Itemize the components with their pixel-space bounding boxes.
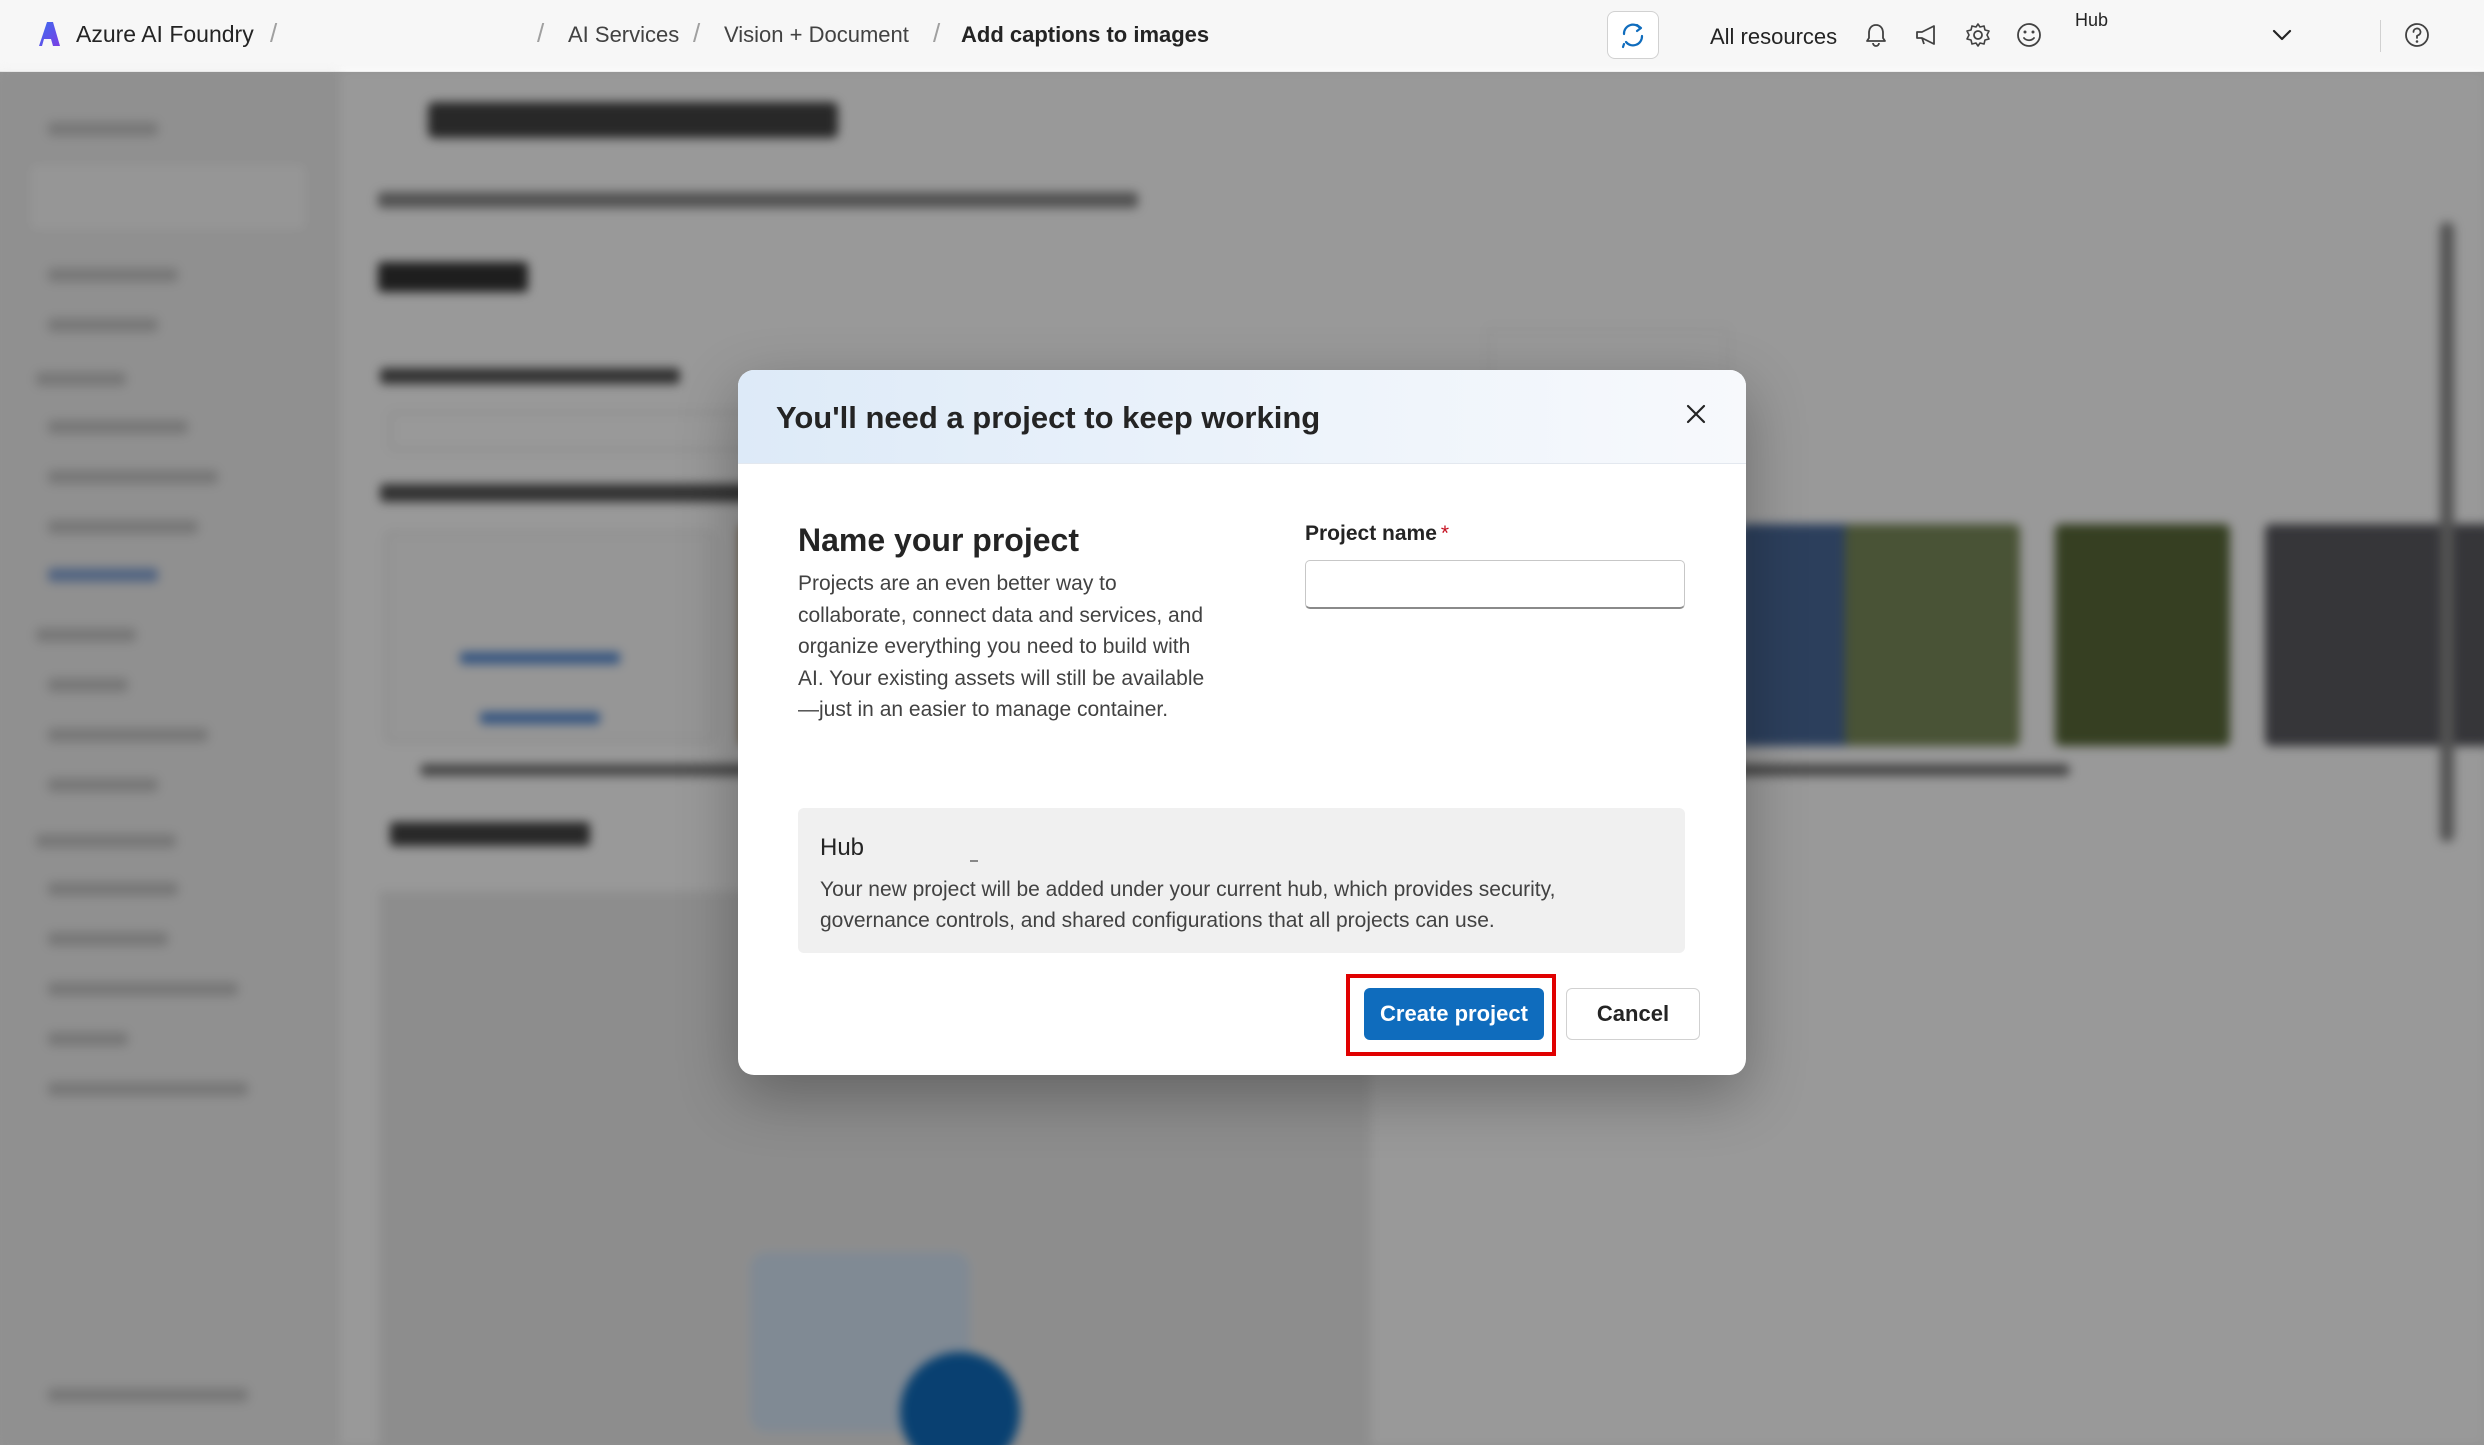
breadcrumb-vision-document[interactable]: Vision + Document [724, 22, 909, 48]
close-button[interactable] [1676, 394, 1716, 434]
top-bar: Azure AI Foundry / / AI Services / Visio… [0, 0, 2484, 72]
dialog-title: You'll need a project to keep working [776, 400, 1321, 435]
project-name-input[interactable] [1305, 560, 1685, 609]
breadcrumb-separator: / [537, 18, 545, 48]
help-icon[interactable] [2402, 20, 2432, 50]
cancel-button[interactable]: Cancel [1566, 988, 1700, 1040]
hub-info-box: Hub Your new project will be added under… [798, 808, 1685, 953]
brand-name: Azure AI Foundry [76, 20, 254, 47]
brand[interactable]: Azure AI Foundry [38, 20, 254, 48]
dialog-header: You'll need a project to keep working [738, 370, 1746, 464]
required-indicator: * [1440, 522, 1450, 545]
hub-description: Your new project will be added under you… [820, 878, 1556, 932]
breadcrumb-current-page: Add captions to images [961, 22, 1210, 47]
breadcrumb-separator: / [933, 18, 941, 48]
project-name-label: Project name * [1305, 522, 1449, 546]
chevron-down-icon[interactable] [2267, 20, 2297, 50]
copilot-icon [1621, 23, 1644, 49]
section-description: Projects are an even better way to colla… [798, 572, 1205, 721]
close-icon [1686, 404, 1706, 424]
breadcrumb-ai-services[interactable]: AI Services [568, 22, 679, 48]
azure-ai-logo-icon [39, 22, 60, 46]
hub-selector-label[interactable]: Hub [2075, 10, 2108, 31]
project-name-label-text: Project name [1305, 522, 1437, 545]
toolbar-divider [2380, 20, 2381, 52]
all-resources-link[interactable]: All resources [1710, 24, 1837, 50]
copilot-button[interactable] [1607, 11, 1659, 59]
breadcrumb-separator: / [270, 18, 278, 48]
bell-icon[interactable] [1861, 20, 1891, 50]
create-project-button[interactable]: Create project [1364, 988, 1544, 1040]
smiley-icon[interactable] [2014, 20, 2044, 50]
create-project-dialog: You'll need a project to keep working Na… [738, 370, 1746, 1075]
section-title: Name your project [798, 522, 1079, 558]
breadcrumb-separator: / [693, 18, 701, 48]
megaphone-icon[interactable] [1912, 20, 1942, 50]
gear-icon[interactable] [1963, 20, 1993, 50]
hub-title: Hub [820, 834, 865, 861]
hub-name-fragment [970, 860, 978, 862]
